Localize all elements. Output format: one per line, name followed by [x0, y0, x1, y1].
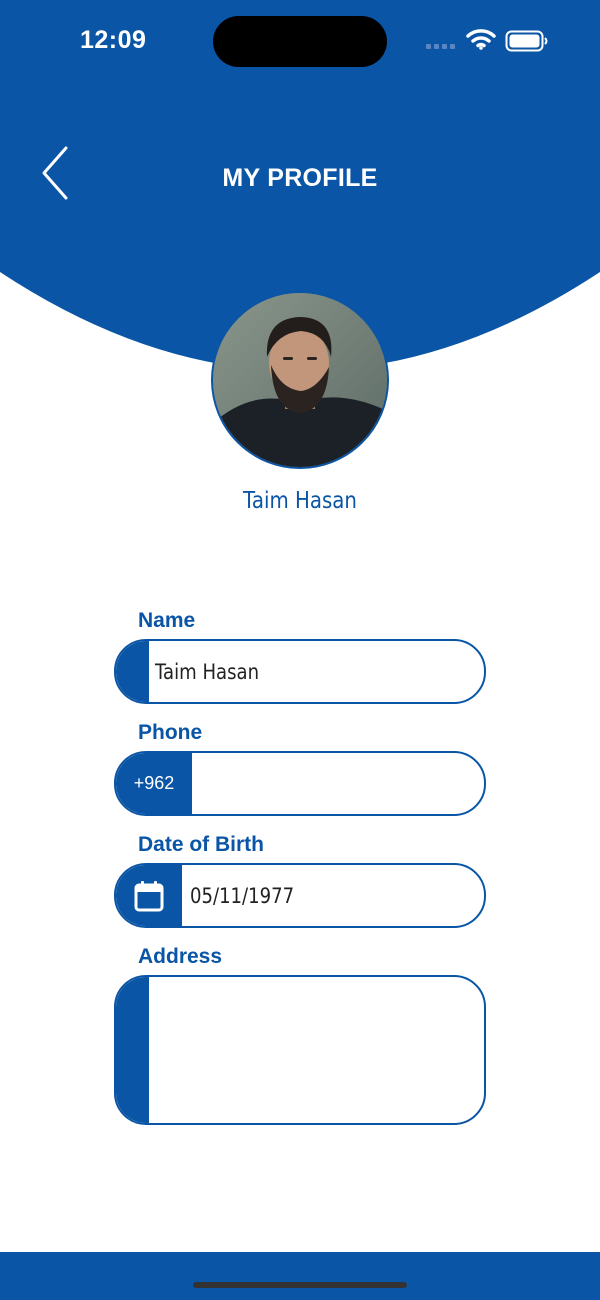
dob-field[interactable]: 05/11/1977 [114, 863, 486, 928]
calendar-icon [134, 880, 164, 911]
address-label: Address [138, 945, 223, 968]
status-time: 12:09 [80, 26, 147, 54]
name-field[interactable]: Taim Hasan [114, 639, 486, 704]
country-code-prefix[interactable]: +962 [116, 753, 192, 814]
name-field-value: Taim Hasan [155, 659, 260, 684]
cellular-signal-icon [426, 44, 456, 50]
profile-name: Taim Hasan [243, 488, 357, 514]
phone-field[interactable]: +962 [114, 751, 486, 816]
dob-field-value: 05/11/1977 [190, 883, 295, 908]
bottom-bar [0, 1252, 600, 1300]
wifi-icon [466, 29, 496, 50]
home-indicator[interactable] [193, 1282, 407, 1288]
address-field-accent [116, 977, 149, 1123]
avatar-photo [213, 293, 387, 467]
dob-icon-container[interactable] [116, 865, 182, 926]
page-title: MY PROFILE [222, 164, 378, 192]
dynamic-island [213, 16, 387, 67]
status-bar: 12:09 [0, 0, 600, 80]
name-label: Name [138, 609, 196, 632]
dob-label: Date of Birth [138, 833, 264, 856]
name-field-accent [116, 641, 149, 702]
phone-label: Phone [138, 721, 203, 744]
address-field[interactable] [114, 975, 486, 1125]
battery-icon [505, 30, 548, 52]
avatar[interactable] [211, 291, 389, 469]
